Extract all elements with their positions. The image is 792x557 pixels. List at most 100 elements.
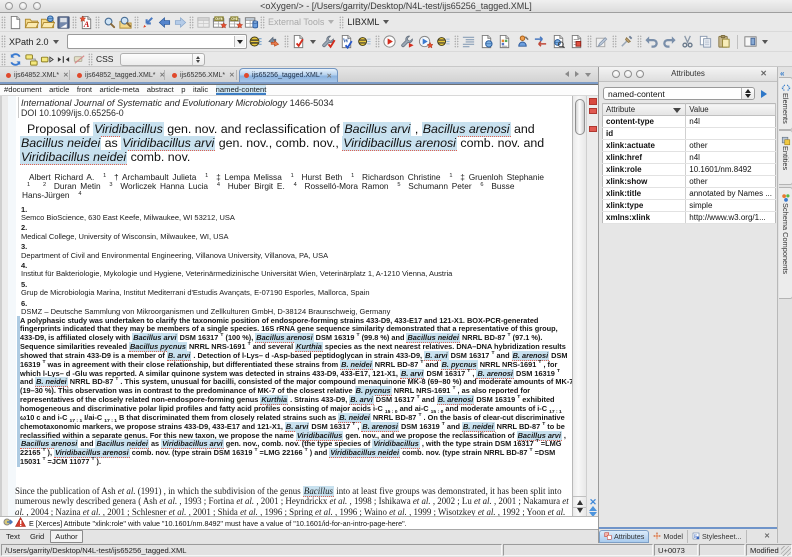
doc-red-box-icon[interactable]: [568, 33, 586, 50]
attribute-row[interactable]: xlink:typesimple: [603, 200, 776, 212]
pin-brush-icon[interactable]: [618, 33, 636, 50]
error-marker[interactable]: [589, 126, 597, 132]
named-content-highlight[interactable]: Bacillus neidei: [20, 136, 101, 151]
validate-schema-icon[interactable]: [320, 33, 338, 50]
close-tab-icon[interactable]: ✕: [229, 71, 234, 79]
libxml-menu-button[interactable]: LIBXML: [347, 17, 379, 27]
attribute-value[interactable]: annotated by Names ...: [686, 188, 776, 200]
breadcrumb-item-front[interactable]: front: [77, 85, 92, 95]
key-icon[interactable]: [435, 33, 453, 50]
go-to-last-edit-icon[interactable]: [140, 14, 156, 31]
attribute-value[interactable]: simple: [686, 200, 776, 212]
xslt-transform-icon[interactable]: XSLT: [211, 14, 227, 31]
document-tab-selected[interactable]: ijs65256_tagged.XML*✕: [239, 68, 338, 82]
paste-icon[interactable]: [715, 33, 733, 50]
undo-icon[interactable]: [643, 33, 661, 50]
well-formed-icon[interactable]: W: [338, 33, 356, 50]
named-content-highlight[interactable]: Bacillus arvi: [343, 122, 411, 137]
tag-disabled-icon[interactable]: [71, 51, 87, 68]
validate-icon[interactable]: [290, 33, 308, 50]
save-icon[interactable]: [55, 14, 71, 31]
edit-pencil-icon[interactable]: [593, 33, 611, 50]
open-url-icon[interactable]: [39, 14, 55, 31]
apply-element-icon[interactable]: [761, 90, 767, 98]
refresh-sync-icon[interactable]: [7, 51, 23, 68]
person-pin-icon[interactable]: [514, 33, 532, 50]
panel-tab-attributes[interactable]: Attributes: [599, 530, 649, 543]
error-marker[interactable]: [589, 108, 597, 114]
doc-colors-icon[interactable]: [496, 33, 514, 50]
redo-icon[interactable]: [661, 33, 679, 50]
attribute-value[interactable]: 10.1601/nm.8492: [686, 164, 776, 176]
editor-vertical-scrollbar[interactable]: [572, 96, 586, 516]
mode-tab-text[interactable]: Text: [2, 531, 24, 542]
attribute-row[interactable]: id: [603, 128, 776, 140]
dropdown-caret-icon[interactable]: [328, 20, 334, 24]
breadcrumb-item-p[interactable]: p: [181, 85, 185, 95]
next-prev-error-icons[interactable]: [588, 506, 598, 516]
breadcrumb-item-namedcontent[interactable]: named-content: [216, 85, 267, 95]
attr-col-header-attribute[interactable]: Attribute: [603, 104, 686, 116]
tag-arrow-icon[interactable]: [39, 51, 55, 68]
scroll-tabs-right-icon[interactable]: [575, 71, 579, 77]
attribute-row[interactable]: xlink:role10.1601/nm.8492: [603, 164, 776, 176]
named-content-highlight[interactable]: Viridibacillus: [93, 122, 164, 137]
css-alternatives-combo[interactable]: [120, 53, 205, 66]
doc-globe-icon[interactable]: [478, 33, 496, 50]
document-tab[interactable]: ijs64852_tagged.XML*✕: [73, 68, 165, 82]
breadcrumb-item-articlemeta[interactable]: article-meta: [100, 85, 140, 95]
toolbar-handle[interactable]: [1, 35, 6, 48]
debug-transformation-icon[interactable]: [417, 33, 435, 50]
panel-layout-icon[interactable]: [742, 33, 760, 50]
validation-status-square[interactable]: [589, 98, 597, 105]
doc-search-icon[interactable]: [550, 33, 568, 50]
attribute-row[interactable]: xlink:actuateother: [603, 140, 776, 152]
attribute-value[interactable]: n4l: [686, 152, 776, 164]
configure-transformation-icon[interactable]: [399, 33, 417, 50]
database-table-icon[interactable]: [243, 14, 259, 31]
named-content-highlight[interactable]: Viridibacillus arvi: [121, 136, 215, 151]
attribute-value[interactable]: [686, 128, 776, 140]
scrollbar-thumb[interactable]: [575, 99, 585, 135]
attribute-value[interactable]: other: [686, 176, 776, 188]
xpath-version-caret-icon[interactable]: [53, 40, 59, 44]
breadcrumb-item-abstract[interactable]: abstract: [147, 85, 174, 95]
dropdown-caret-icon[interactable]: [310, 40, 316, 44]
grid-view-icon[interactable]: [195, 14, 211, 31]
attributes-panel-header[interactable]: Attributes ✕: [599, 67, 777, 82]
scroll-up-icon[interactable]: [577, 500, 583, 505]
named-content-highlight[interactable]: Viridibacillus arenosi: [342, 136, 457, 151]
document-tab[interactable]: ijs65256.XML*✕: [168, 68, 237, 82]
new-from-template-icon[interactable]: A: [78, 14, 94, 31]
element-name-combo[interactable]: named-content: [603, 87, 755, 100]
attribute-row[interactable]: content-typen4l: [603, 116, 776, 128]
breadcrumb-item-document[interactable]: #document: [4, 85, 42, 95]
watch-settings-icon[interactable]: [247, 33, 265, 50]
search-in-files-icon[interactable]: [117, 14, 133, 31]
compare-arrows-icon[interactable]: [532, 33, 550, 50]
go-to-error-icon[interactable]: [3, 517, 13, 529]
breadcrumb-item-italic[interactable]: italic: [193, 85, 208, 95]
scroll-down-icon[interactable]: [577, 508, 583, 513]
panel-tab-model[interactable]: Model: [649, 530, 688, 543]
element-combo-stepper-icon[interactable]: [741, 88, 754, 99]
dropdown-caret-icon[interactable]: [762, 40, 768, 44]
attribute-value[interactable]: http://www.w3.org/1...: [686, 212, 776, 224]
external-tools-menu-button[interactable]: External Tools: [268, 17, 324, 27]
tags-icon[interactable]: [23, 51, 39, 68]
open-folder-icon[interactable]: [23, 14, 39, 31]
side-tab-schema-components[interactable]: Schema Components: [779, 187, 792, 299]
attribute-row[interactable]: xlink:showother: [603, 176, 776, 188]
attribute-value[interactable]: other: [686, 140, 776, 152]
attribute-row[interactable]: xlink:hrefn4l: [603, 152, 776, 164]
attr-col-header-value[interactable]: Value: [686, 104, 776, 116]
attribute-row[interactable]: xlink:titleannotated by Names ...: [603, 188, 776, 200]
window-resize-grip[interactable]: [781, 546, 791, 556]
attribute-value[interactable]: n4l: [686, 116, 776, 128]
breadcrumb-item-article[interactable]: article: [49, 85, 69, 95]
panel-tabs-close-icon[interactable]: ✕: [764, 532, 770, 540]
mode-tab-grid[interactable]: Grid: [26, 531, 48, 542]
side-tab-elements[interactable]: Elements: [779, 77, 792, 130]
xquery-transform-icon[interactable]: XQ: [227, 14, 243, 31]
close-tab-icon[interactable]: ✕: [63, 71, 68, 79]
